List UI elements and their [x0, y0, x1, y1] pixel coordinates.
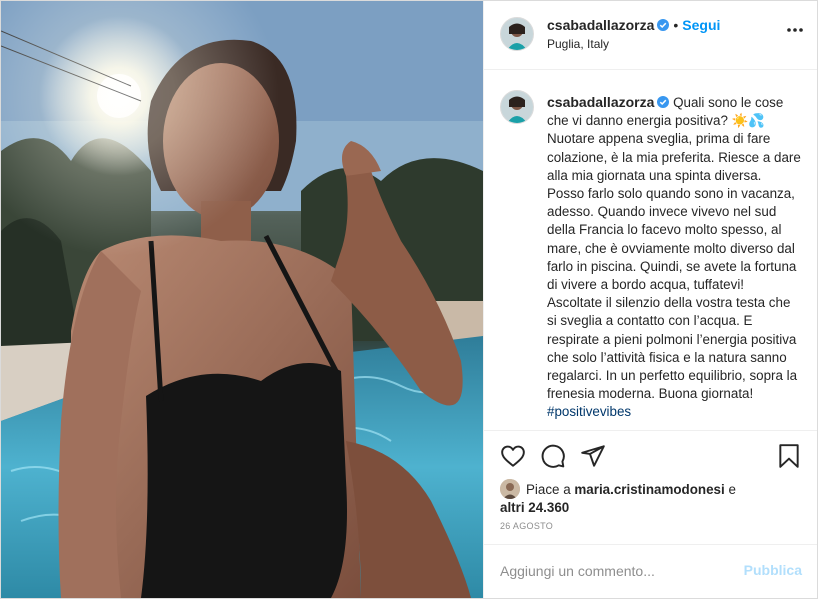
comment-icon[interactable]: [540, 443, 566, 469]
follow-button[interactable]: Segui: [682, 17, 720, 33]
add-comment-bar: Pubblica: [484, 544, 817, 598]
post-header: csabadallazorza • Segui Puglia, Italy: [484, 1, 817, 70]
likes-count-link[interactable]: altri 24.360: [500, 499, 800, 517]
post-side-panel: csabadallazorza • Segui Puglia, Italy csab…: [483, 1, 817, 598]
separator-dot: •: [673, 17, 679, 33]
publish-button[interactable]: Pubblica: [744, 562, 802, 578]
caption-text: csabadallazorza Quali sono le cose che v…: [547, 93, 802, 422]
caption-section: csabadallazorza Quali sono le cose che v…: [484, 70, 817, 430]
avatar-image: [501, 91, 533, 123]
likes-summary: Piace a maria.cristinamodonesi e altri 2…: [500, 479, 800, 517]
header-user-line: csabadallazorza • Segui: [547, 17, 720, 33]
username-link[interactable]: csabadallazorza: [547, 17, 654, 33]
liker-avatar-image: [500, 479, 520, 499]
liker-avatar[interactable]: [500, 479, 520, 499]
avatar-image: [501, 18, 533, 50]
likes-prefix: Piace a: [526, 482, 575, 497]
more-options-icon[interactable]: [786, 27, 804, 33]
photo-illustration: [1, 1, 483, 598]
post-modal: csabadallazorza • Segui Puglia, Italy csab…: [0, 0, 818, 599]
avatar[interactable]: [500, 17, 534, 51]
post-photo[interactable]: [1, 1, 483, 598]
likes-joiner: e: [724, 482, 736, 497]
liker-username-link[interactable]: maria.cristinamodonesi: [574, 482, 724, 497]
verified-badge-icon: [657, 19, 670, 31]
comment-input[interactable]: [500, 560, 730, 582]
share-icon[interactable]: [580, 443, 606, 469]
action-bar: Piace a maria.cristinamodonesi e altri 2…: [484, 430, 817, 544]
caption-avatar[interactable]: [500, 90, 534, 124]
hashtag-link[interactable]: #positivevibes: [547, 404, 631, 419]
location-link[interactable]: Puglia, Italy: [547, 37, 609, 51]
post-date[interactable]: 26 AGOSTO: [500, 521, 553, 531]
verified-badge-icon: [657, 96, 670, 108]
caption-username-link[interactable]: csabadallazorza: [547, 94, 654, 110]
caption-body: Quali sono le cose che vi danno energia …: [547, 95, 801, 402]
bookmark-icon[interactable]: [776, 443, 802, 469]
heart-icon[interactable]: [500, 443, 526, 469]
